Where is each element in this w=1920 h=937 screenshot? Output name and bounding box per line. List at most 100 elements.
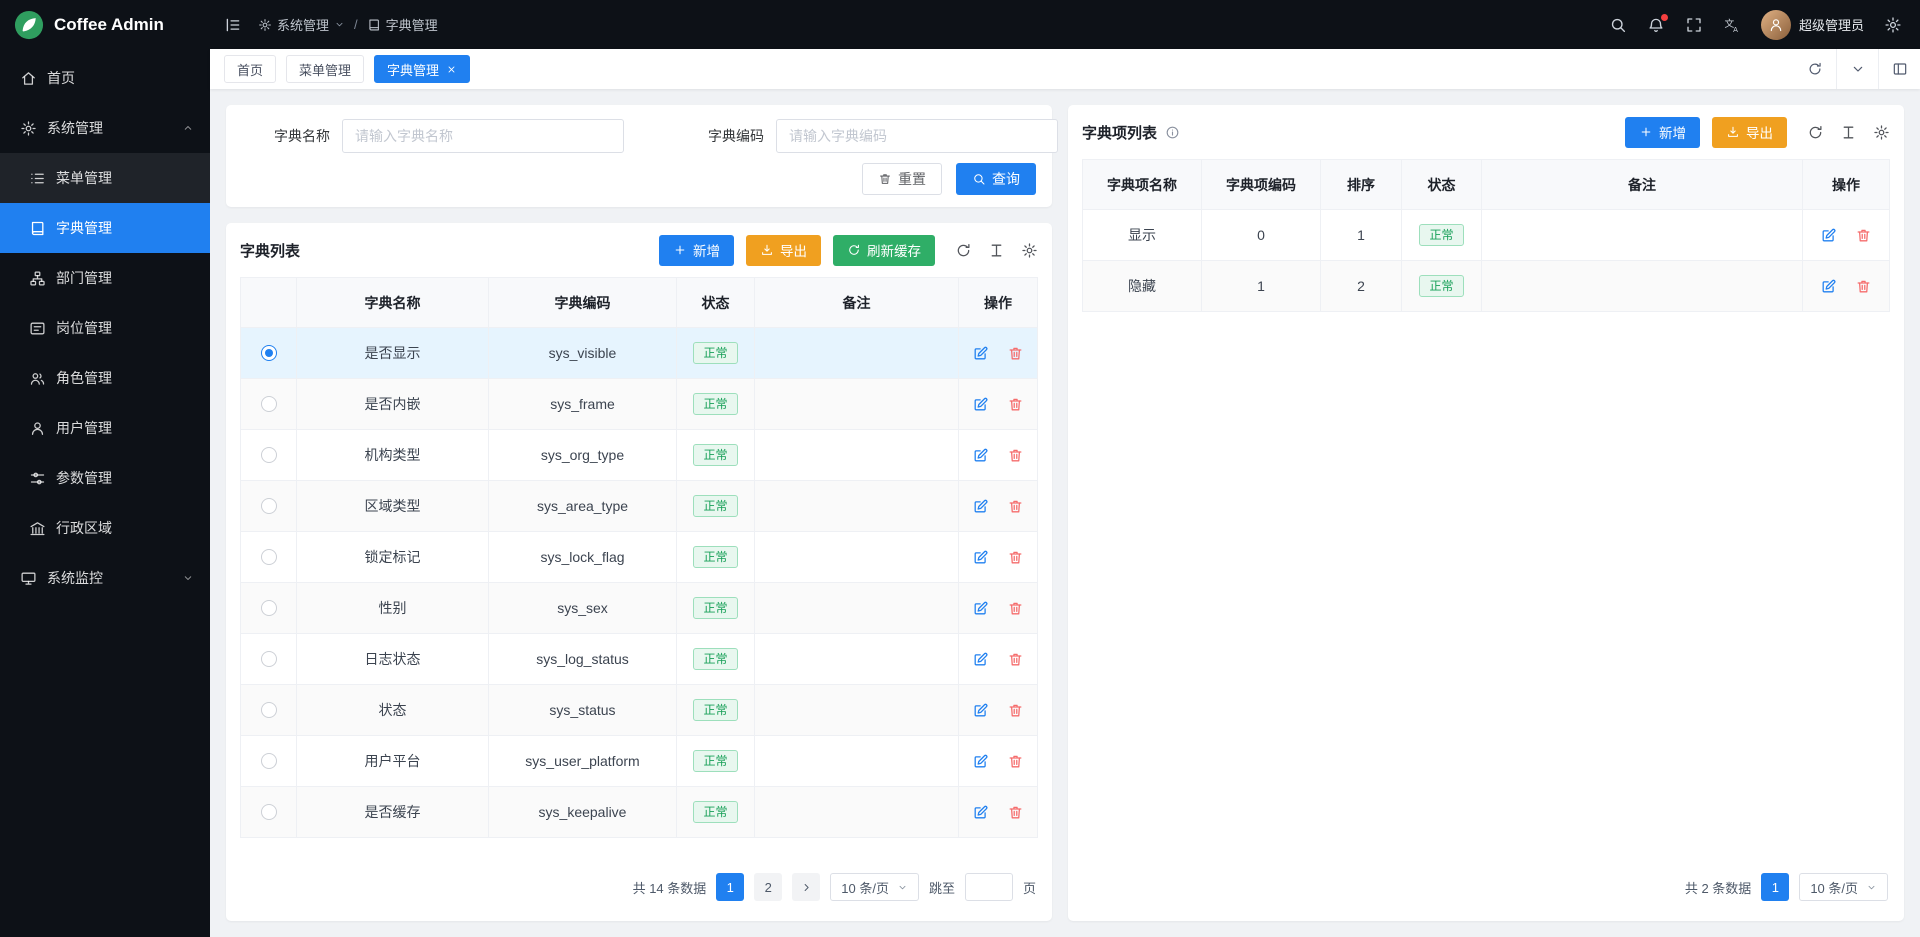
delete-icon[interactable] [1007, 549, 1024, 566]
column-setting-icon[interactable] [988, 242, 1005, 259]
notification-bell-icon[interactable] [1647, 16, 1665, 34]
refresh-cache-button[interactable]: 刷新缓存 [833, 235, 935, 266]
edit-icon[interactable] [972, 345, 989, 362]
row-radio-button[interactable] [261, 753, 277, 769]
sidebar-item-post-mgmt[interactable]: 岗位管理 [0, 303, 210, 353]
table-row[interactable]: 性别 sys_sex 正常 [241, 582, 1037, 633]
sidebar-item-role-mgmt[interactable]: 角色管理 [0, 353, 210, 403]
table-row[interactable]: 区域类型 sys_area_type 正常 [241, 480, 1037, 531]
refresh-table-icon[interactable] [955, 242, 972, 259]
edit-icon[interactable] [972, 702, 989, 719]
delete-icon[interactable] [1007, 753, 1024, 770]
table-row[interactable]: 隐藏 1 2 正常 [1083, 260, 1889, 311]
page-1-button[interactable]: 1 [716, 873, 744, 901]
dict-code-input[interactable] [776, 119, 1058, 153]
delete-icon[interactable] [1007, 702, 1024, 719]
row-radio-button[interactable] [261, 396, 277, 412]
delete-icon[interactable] [1007, 600, 1024, 617]
edit-icon[interactable] [1820, 227, 1837, 244]
dict-name-field: 字典名称 [242, 119, 624, 153]
delete-icon[interactable] [1855, 227, 1872, 244]
row-radio-button[interactable] [261, 345, 277, 361]
close-icon[interactable] [446, 64, 457, 75]
delete-icon[interactable] [1007, 498, 1024, 515]
jump-page-input[interactable] [965, 873, 1013, 901]
table-settings-icon[interactable] [1021, 242, 1038, 259]
add-item-button[interactable]: 新增 [1625, 117, 1700, 148]
breadcrumb-system-mgmt[interactable]: 系统管理 [258, 15, 345, 34]
row-radio-button[interactable] [261, 702, 277, 718]
table-row[interactable]: 状态 sys_status 正常 [241, 684, 1037, 735]
column-setting-icon[interactable] [1840, 124, 1857, 141]
refresh-table-icon[interactable] [1807, 124, 1824, 141]
sidebar-collapse-icon[interactable] [224, 16, 242, 34]
row-radio-button[interactable] [261, 549, 277, 565]
chevron-down-icon[interactable] [1836, 49, 1878, 89]
sidebar-item-system-mgmt[interactable]: 系统管理 [0, 103, 210, 153]
row-radio-button[interactable] [261, 498, 277, 514]
edit-icon[interactable] [1820, 278, 1837, 295]
row-radio-button[interactable] [261, 651, 277, 667]
translate-icon[interactable]: 文A [1723, 16, 1741, 34]
page-1-button[interactable]: 1 [1761, 873, 1789, 901]
table-row[interactable]: 是否内嵌 sys_frame 正常 [241, 378, 1037, 429]
row-radio-button[interactable] [261, 447, 277, 463]
tabbar: 首页 菜单管理 字典管理 [210, 49, 1920, 89]
edit-icon[interactable] [972, 549, 989, 566]
export-item-button[interactable]: 导出 [1712, 117, 1787, 148]
table-row[interactable]: 日志状态 sys_log_status 正常 [241, 633, 1037, 684]
settings-gear-icon[interactable] [1884, 16, 1902, 34]
edit-icon[interactable] [972, 447, 989, 464]
info-icon[interactable] [1165, 125, 1180, 140]
row-radio-button[interactable] [261, 804, 277, 820]
page-2-button[interactable]: 2 [754, 873, 782, 901]
sidebar-item-dept-mgmt[interactable]: 部门管理 [0, 253, 210, 303]
table-row[interactable]: 是否显示 sys_visible 正常 [241, 327, 1037, 378]
delete-icon[interactable] [1855, 278, 1872, 295]
table-row[interactable]: 是否缓存 sys_keepalive 正常 [241, 786, 1037, 837]
delete-icon[interactable] [1007, 396, 1024, 413]
edit-icon[interactable] [972, 600, 989, 617]
tab-menu-mgmt[interactable]: 菜单管理 [286, 55, 364, 83]
layout-toggle-icon[interactable] [1878, 49, 1920, 89]
dict-name-input[interactable] [342, 119, 624, 153]
search-icon[interactable] [1609, 16, 1627, 34]
delete-icon[interactable] [1007, 345, 1024, 362]
breadcrumb-dict-mgmt[interactable]: 字典管理 [367, 15, 438, 34]
sidebar-item-menu-mgmt[interactable]: 菜单管理 [0, 153, 210, 203]
username[interactable]: 超级管理员 [1799, 15, 1864, 34]
edit-icon[interactable] [972, 804, 989, 821]
reset-button[interactable]: 重置 [862, 163, 942, 195]
export-button[interactable]: 导出 [746, 235, 821, 266]
fullscreen-icon[interactable] [1685, 16, 1703, 34]
tab-home[interactable]: 首页 [224, 55, 276, 83]
refresh-tab-icon[interactable] [1794, 49, 1836, 89]
delete-icon[interactable] [1007, 447, 1024, 464]
table-row[interactable]: 机构类型 sys_org_type 正常 [241, 429, 1037, 480]
edit-icon[interactable] [972, 753, 989, 770]
sidebar-item-user-mgmt[interactable]: 用户管理 [0, 403, 210, 453]
sidebar-item-dict-mgmt[interactable]: 字典管理 [0, 203, 210, 253]
edit-icon[interactable] [972, 396, 989, 413]
page-size-select[interactable]: 10 条/页 [1799, 873, 1888, 901]
edit-icon[interactable] [972, 651, 989, 668]
tab-dict-mgmt[interactable]: 字典管理 [374, 55, 470, 83]
page-size-select[interactable]: 10 条/页 [830, 873, 919, 901]
app-logo[interactable]: Coffee Admin [0, 0, 210, 49]
table-settings-icon[interactable] [1873, 124, 1890, 141]
sidebar-item-system-monitor[interactable]: 系统监控 [0, 553, 210, 603]
avatar[interactable] [1761, 10, 1791, 40]
sidebar-item-home[interactable]: 首页 [0, 53, 210, 103]
sidebar-item-region[interactable]: 行政区域 [0, 503, 210, 553]
table-row[interactable]: 显示 0 1 正常 [1083, 209, 1889, 260]
sidebar-item-param-mgmt[interactable]: 参数管理 [0, 453, 210, 503]
table-row[interactable]: 锁定标记 sys_lock_flag 正常 [241, 531, 1037, 582]
table-row[interactable]: 用户平台 sys_user_platform 正常 [241, 735, 1037, 786]
query-button[interactable]: 查询 [956, 163, 1036, 195]
row-radio-button[interactable] [261, 600, 277, 616]
delete-icon[interactable] [1007, 804, 1024, 821]
edit-icon[interactable] [972, 498, 989, 515]
delete-icon[interactable] [1007, 651, 1024, 668]
add-button[interactable]: 新增 [659, 235, 734, 266]
next-page-button[interactable] [792, 873, 820, 901]
